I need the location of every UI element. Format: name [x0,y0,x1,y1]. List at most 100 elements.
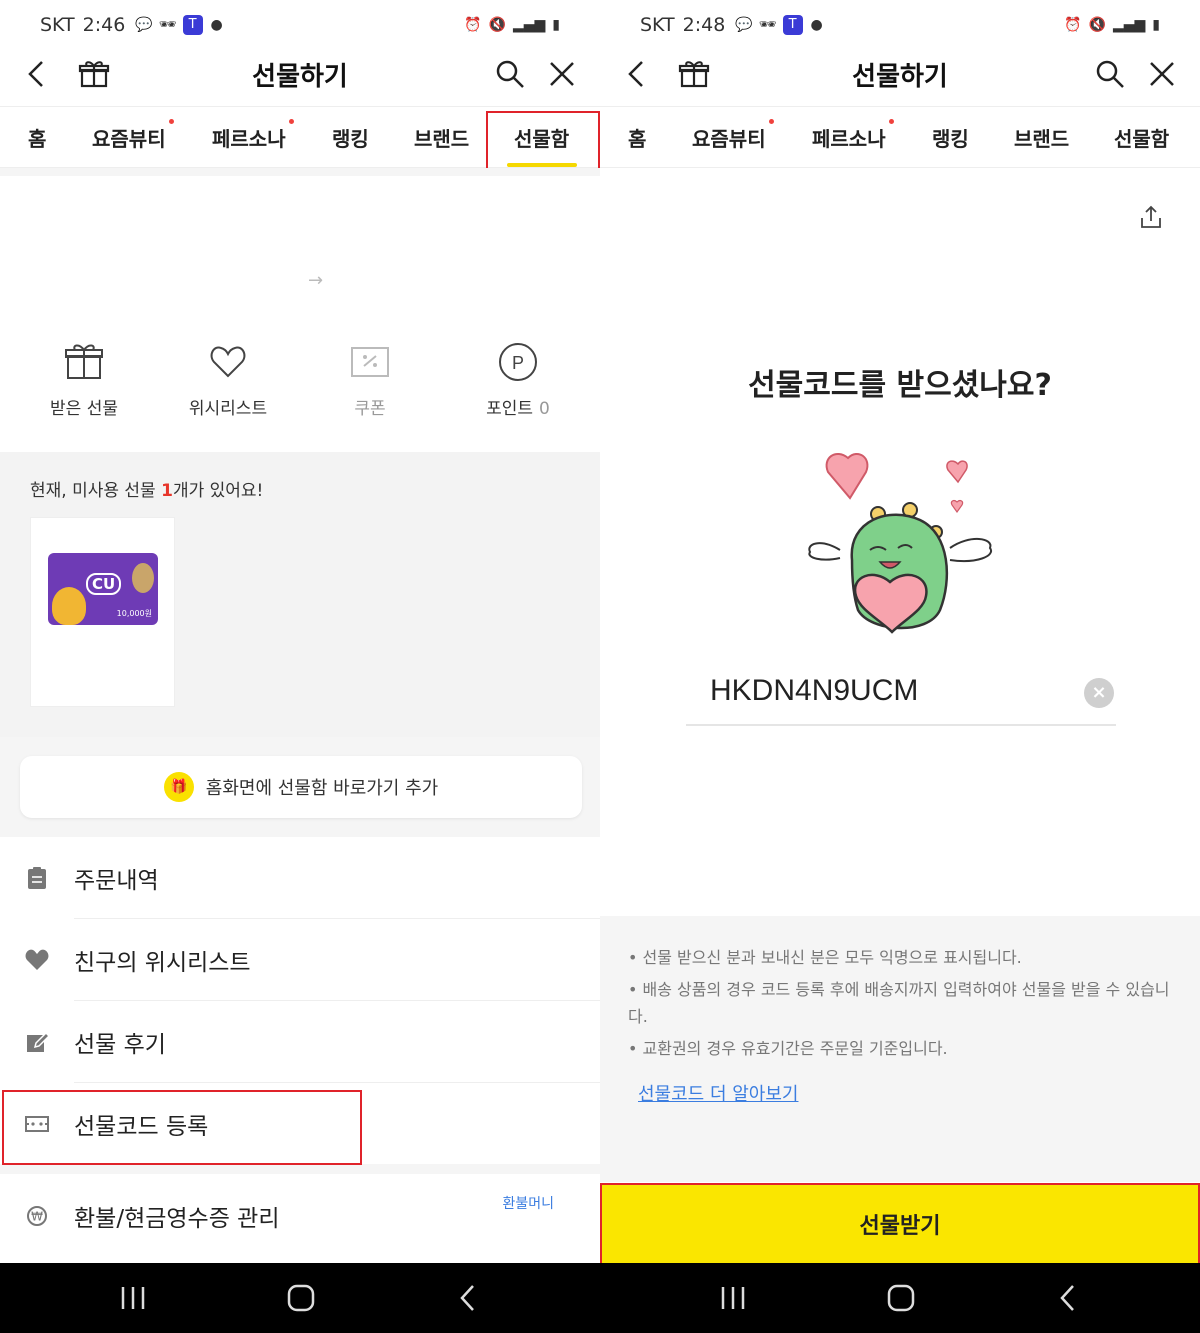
tab-label: 홈 [628,127,647,151]
carrier-label: SKT [640,14,675,36]
gift-code-field[interactable]: × [686,666,1116,726]
menu-label: 선물코드 등록 [74,1114,209,1140]
carrier-label: SKT [40,14,75,36]
card-brand: CU [86,573,122,595]
recent-apps-icon[interactable] [113,1281,153,1315]
share-icon[interactable] [1138,204,1164,230]
heart-icon [25,949,49,970]
recent-apps-icon[interactable] [713,1281,753,1315]
menu-gift-code-register[interactable]: 선물코드 등록 [0,1083,600,1165]
menu-refund-receipt[interactable]: ₩ 환불/현금영수증 관리 환불머니 [0,1175,600,1257]
notice-item: • 선물 받으신 분과 보내신 분은 모두 익명으로 표시됩니다. [628,948,1022,967]
new-dot [768,119,774,124]
menu-label: 선물 후기 [74,1032,166,1058]
close-icon[interactable] [1146,58,1178,90]
search-icon[interactable] [494,58,526,90]
ticket-icon [25,1116,49,1132]
gift-code-input[interactable] [710,674,1070,708]
tab-persona[interactable]: 페르소나 [812,119,894,152]
giftbox-shortcut-icon: 🎁 [163,772,194,802]
clipboard-icon [28,867,46,889]
tab-label: 페르소나 [812,127,886,151]
tab-label: 페르소나 [212,127,286,151]
giftbox-menu: 주문내역 친구의 위시리스트 선물 후기 선물코드 등록 ₩ 환불/현금영수증 … [0,837,600,1257]
system-icons: ⏰ 🔇 ▂▄▆ ▮ [1064,17,1160,33]
gift-box-icon [65,344,103,379]
card-amount: 10,000원 [116,609,152,618]
tab-brand[interactable]: 브랜드 [1014,123,1069,152]
points-icon: P [499,343,537,381]
gift-card-item[interactable]: CU 10,000원 [30,517,175,707]
home-nav-icon[interactable] [281,1281,321,1315]
tab-label: 선물함 [514,127,570,151]
quick-coupon[interactable]: 쿠폰 [300,340,440,419]
tab-brand[interactable]: 브랜드 [414,123,469,152]
points-value: 0 [539,399,550,419]
alarm-icon: ⏰ [1064,17,1082,33]
tab-ranking[interactable]: 랭킹 [932,123,969,152]
active-tab-indicator [507,163,577,167]
back-nav-icon[interactable] [1048,1281,1088,1315]
quick-wishlist[interactable]: 위시리스트 [158,340,298,419]
t-app-icon: T [182,15,203,35]
new-dot [288,119,294,124]
signal-icon: ▂▄▆ [512,17,546,33]
menu-order-history[interactable]: 주문내역 [0,837,600,919]
refund-money-badge: 환불머니 [502,1196,554,1212]
tab-beauty[interactable]: 요즘뷰티 [92,119,174,152]
clock: 2:48 [682,14,726,36]
character-illustration [52,587,86,625]
section-divider [0,168,600,176]
unused-gifts-section: 현재, 미사용 선물 1개가 있어요! CU 10,000원 [0,452,600,737]
alarm-icon: ⏰ [464,17,482,33]
unused-prefix: 현재, 미사용 선물 [30,481,162,501]
tab-giftbox[interactable]: 선물함 [514,123,569,152]
menu-label: 친구의 위시리스트 [74,950,251,976]
system-nav-bar [0,1263,600,1333]
gift-code-question: 선물코드를 받으셨나요? [748,368,1052,403]
tab-beauty[interactable]: 요즘뷰티 [692,119,774,152]
menu-label: 환불/현금영수증 관리 [74,1206,280,1232]
tab-label: 브랜드 [414,127,470,151]
right-screen: SKT 2:48 💬 🕶 T ● ⏰ 🔇 ▂▄▆ ▮ 선물하기 홈 요즘뷰티 페… [600,0,1200,1333]
menu-gift-review[interactable]: 선물 후기 [0,1001,600,1083]
add-home-shortcut-button[interactable]: 🎁 홈화면에 선물함 바로가기 추가 [20,756,582,818]
mute-icon: 🔇 [488,17,506,33]
tab-giftbox[interactable]: 선물함 [1114,123,1169,152]
close-icon[interactable] [546,58,578,90]
heart-outline-icon [210,346,246,378]
tab-label: 요즘뷰티 [92,127,166,151]
tab-home[interactable]: 홈 [28,123,46,152]
home-nav-icon[interactable] [881,1281,921,1315]
incognito-icon: 🕶 [158,17,177,33]
notice-section: • 선물 받으신 분과 보내신 분은 모두 익명으로 표시됩니다. • 배송 상… [600,916,1200,1182]
back-nav-icon[interactable] [448,1281,488,1315]
mute-icon: 🔇 [1088,17,1106,33]
cu-gift-card-image: CU 10,000원 [48,553,158,625]
t-app-icon: T [782,15,803,35]
quick-points[interactable]: P 포인트 0 [448,340,588,419]
tab-bar: 홈 요즘뷰티 페르소나 랭킹 브랜드 선물함 [0,106,600,168]
receive-gift-button[interactable]: 선물받기 [600,1184,1200,1264]
mascot-illustration [808,453,993,634]
menu-friend-wishlist[interactable]: 친구의 위시리스트 [0,919,600,1001]
quick-label: 받은 선물 [50,399,118,419]
unused-gifts-message: 현재, 미사용 선물 1개가 있어요! [30,476,263,501]
tab-label: 홈 [28,127,47,151]
search-icon[interactable] [1094,58,1126,90]
clear-input-icon[interactable]: × [1084,678,1114,708]
quick-received-gifts[interactable]: 받은 선물 [14,340,154,419]
new-dot [888,119,894,124]
system-icons: ⏰ 🔇 ▂▄▆ ▮ [464,17,560,33]
talk-notification-icon: 💬 [735,17,753,33]
new-dot [168,119,174,124]
signal-icon: ▂▄▆ [1112,17,1146,33]
tab-home[interactable]: 홈 [628,123,646,152]
unused-suffix: 개가 있어요! [172,481,264,501]
quick-label: 위시리스트 [188,399,268,419]
status-bar: SKT 2:46 💬 🕶 T ● ⏰ 🔇 ▂▄▆ ▮ [0,0,600,50]
tab-ranking[interactable]: 랭킹 [332,123,369,152]
left-screen: SKT 2:46 💬 🕶 T ● ⏰ 🔇 ▂▄▆ ▮ 선물하기 홈 요즘뷰티 페… [0,0,600,1333]
learn-more-link[interactable]: 선물코드 더 알아보기 [638,1080,798,1106]
tab-persona[interactable]: 페르소나 [212,119,294,152]
